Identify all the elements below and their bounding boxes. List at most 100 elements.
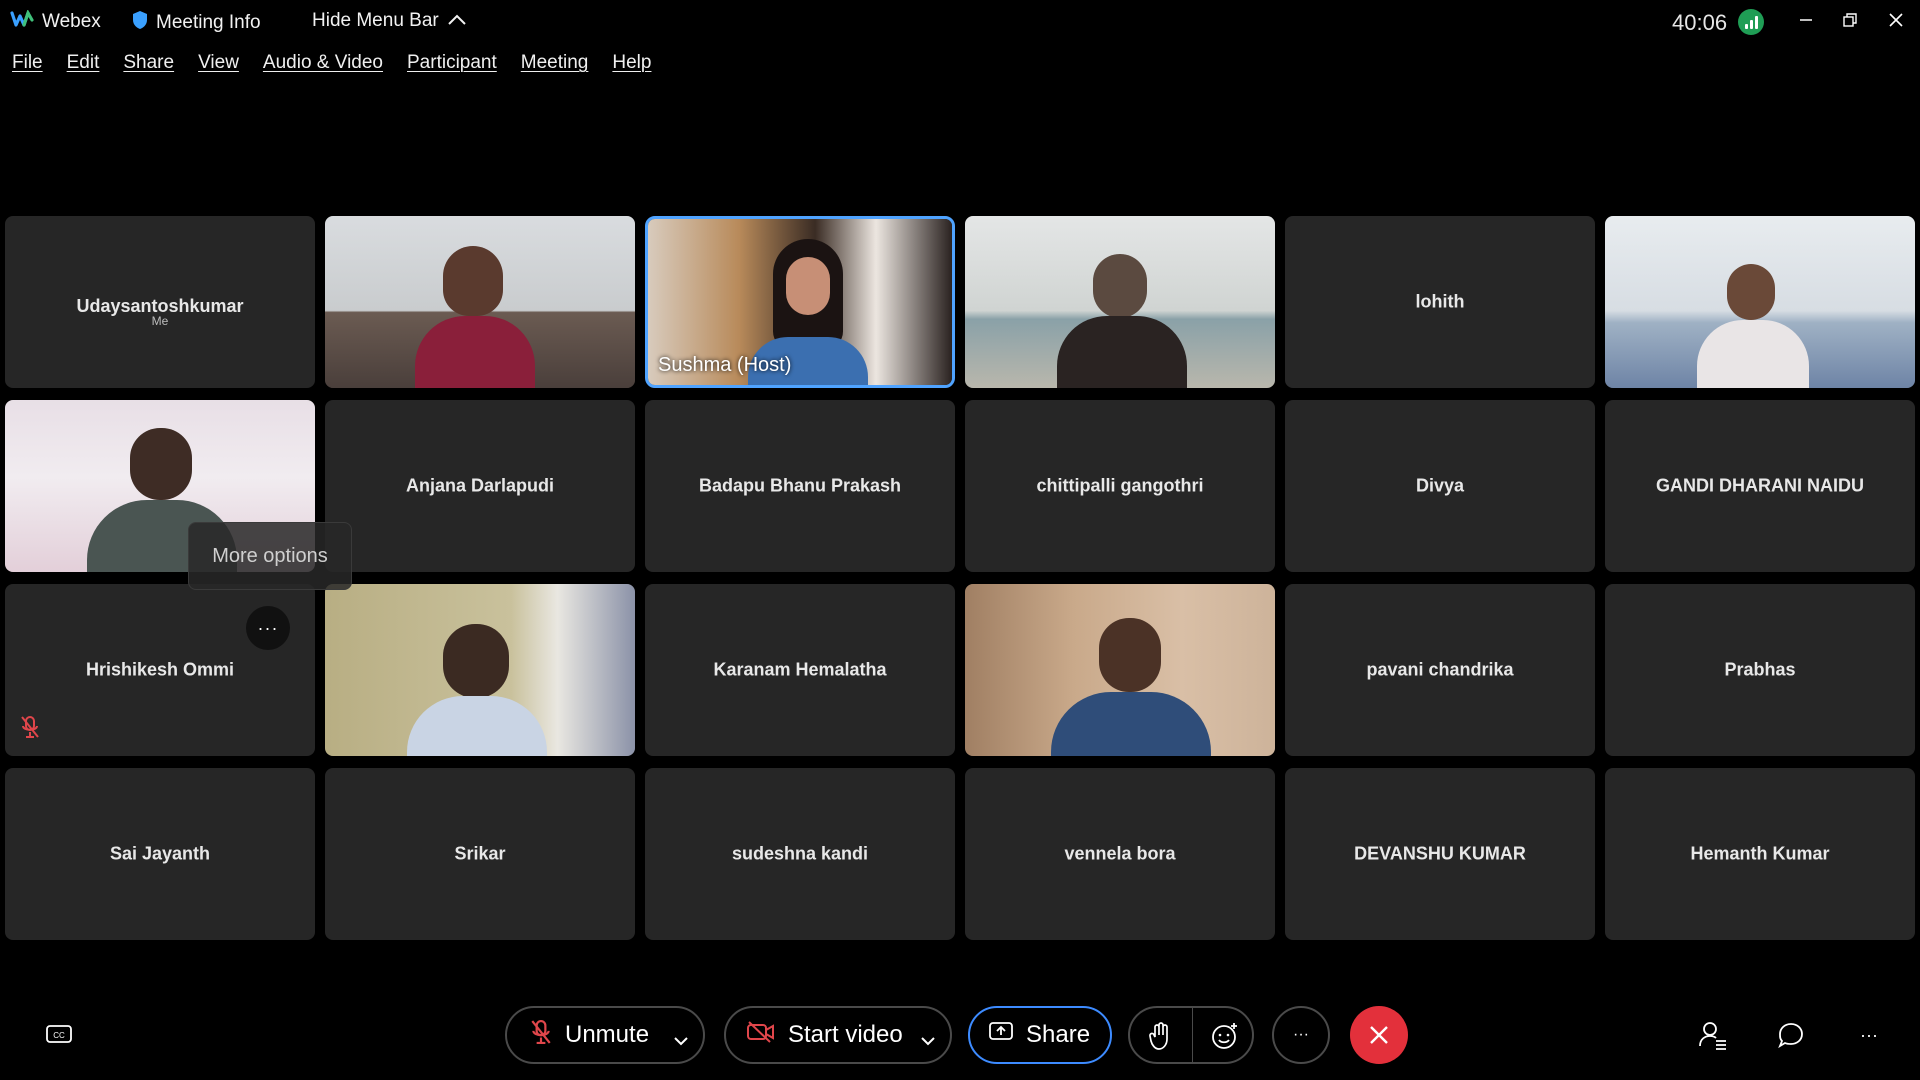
- participant-tile[interactable]: Srikar: [325, 768, 635, 940]
- share-screen-icon: [988, 1021, 1014, 1050]
- start-video-label: Start video: [788, 1021, 903, 1048]
- participant-tile[interactable]: Sai Jayanth: [5, 768, 315, 940]
- participants-panel-icon[interactable]: [1696, 1018, 1730, 1052]
- meeting-info-label: Meeting Info: [156, 12, 261, 33]
- chevron-up-icon: [447, 10, 467, 32]
- person-body: [407, 696, 547, 756]
- menu-file[interactable]: File: [12, 52, 43, 82]
- participant-video-tile[interactable]: [965, 584, 1275, 756]
- host-name-label: Sushma (Host): [658, 354, 792, 376]
- participant-tile[interactable]: Udaysantoshkumar Me: [5, 216, 315, 388]
- participant-video-tile[interactable]: [325, 584, 635, 756]
- more-controls-button[interactable]: ···: [1272, 1006, 1330, 1064]
- restore-icon[interactable]: [1836, 8, 1864, 32]
- unmute-button[interactable]: Unmute: [505, 1006, 705, 1064]
- participant-tile[interactable]: Hemanth Kumar: [1605, 768, 1915, 940]
- participant-tile[interactable]: Hrishikesh Ommi ···: [5, 584, 315, 756]
- video-feed: [325, 216, 635, 388]
- participant-name: Hrishikesh Ommi: [85, 659, 235, 680]
- person-body: [1697, 320, 1809, 388]
- participant-name: Sai Jayanth: [109, 843, 211, 864]
- participant-video-tile[interactable]: [965, 216, 1275, 388]
- participant-name: DEVANSHU KUMAR: [1354, 843, 1526, 864]
- svg-text:CC: CC: [53, 1031, 65, 1040]
- meeting-info-button[interactable]: Meeting Info: [132, 10, 261, 36]
- participant-name: Karanam Hemalatha: [713, 659, 887, 680]
- participant-name: Badapu Bhanu Prakash: [698, 475, 902, 496]
- menu-help[interactable]: Help: [612, 52, 651, 82]
- person-face: [786, 257, 830, 315]
- person-head: [1093, 254, 1147, 318]
- start-video-button[interactable]: Start video: [724, 1006, 952, 1064]
- app-title: Webex: [10, 9, 101, 34]
- participant-tile[interactable]: Anjana Darlapudi: [325, 400, 635, 572]
- participant-me-label: Me: [151, 314, 169, 328]
- close-icon[interactable]: [1882, 8, 1910, 32]
- hide-menu-label: Hide Menu Bar: [312, 10, 439, 31]
- chevron-down-icon[interactable]: [673, 1026, 689, 1054]
- participant-tile[interactable]: Divya: [1285, 400, 1595, 572]
- menu-audio-video[interactable]: Audio & Video: [263, 52, 383, 82]
- participant-tile[interactable]: sudeshna kandi: [645, 768, 955, 940]
- share-label: Share: [1026, 1021, 1091, 1048]
- chevron-down-icon[interactable]: [920, 1026, 936, 1054]
- participant-tile[interactable]: chittipalli gangothri: [965, 400, 1275, 572]
- chat-icon[interactable]: [1774, 1018, 1808, 1052]
- minimize-icon[interactable]: [1792, 8, 1820, 32]
- hide-menu-bar-button[interactable]: Hide Menu Bar: [312, 10, 467, 32]
- unmute-label: Unmute: [565, 1021, 650, 1048]
- microphone-muted-icon: [529, 1018, 553, 1053]
- video-feed: [1605, 216, 1915, 388]
- network-signal-icon[interactable]: [1738, 9, 1764, 35]
- participant-tile[interactable]: vennela bora: [965, 768, 1275, 940]
- more-options-button[interactable]: ···: [246, 606, 290, 650]
- participant-tile[interactable]: DEVANSHU KUMAR: [1285, 768, 1595, 940]
- video-feed: [325, 584, 635, 756]
- participant-tile[interactable]: Prabhas: [1605, 584, 1915, 756]
- participant-video-tile[interactable]: [325, 216, 635, 388]
- person-head: [443, 246, 503, 316]
- more-options-tooltip: More options: [188, 522, 352, 590]
- menu-participant[interactable]: Participant: [407, 52, 497, 82]
- participant-tile[interactable]: Badapu Bhanu Prakash: [645, 400, 955, 572]
- participant-name: pavani chandrika: [1366, 659, 1514, 680]
- webex-logo-icon: [10, 9, 34, 34]
- participant-name: vennela bora: [1064, 843, 1176, 864]
- title-bar: Webex Meeting Info Hide Menu Bar 40:06: [0, 0, 1920, 44]
- participant-name: Divya: [1415, 475, 1465, 496]
- shield-icon: [132, 10, 148, 36]
- participant-name: Hemanth Kumar: [1690, 843, 1830, 864]
- raise-hand-icon[interactable]: [1148, 1021, 1174, 1058]
- participant-name: Prabhas: [1724, 659, 1796, 680]
- menu-share[interactable]: Share: [123, 52, 174, 82]
- close-icon: [1370, 1026, 1388, 1044]
- more-panel-button[interactable]: ···: [1852, 1018, 1886, 1052]
- menu-edit[interactable]: Edit: [67, 52, 100, 82]
- person-body: [1051, 692, 1211, 756]
- video-feed: [965, 584, 1275, 756]
- video-off-icon: [746, 1020, 776, 1051]
- participant-name: Srikar: [454, 843, 506, 864]
- participant-name: lohith: [1415, 291, 1465, 312]
- reactions-group: [1128, 1006, 1254, 1064]
- divider: [1192, 1008, 1193, 1062]
- emoji-reaction-icon[interactable]: [1210, 1021, 1240, 1058]
- microphone-muted-icon: [19, 715, 41, 744]
- closed-captions-icon[interactable]: CC: [42, 1018, 76, 1052]
- app-name: Webex: [42, 11, 101, 32]
- menu-bar: File Edit Share View Audio & Video Parti…: [0, 52, 663, 82]
- participant-tile[interactable]: Karanam Hemalatha: [645, 584, 955, 756]
- share-button[interactable]: Share: [968, 1006, 1112, 1064]
- menu-meeting[interactable]: Meeting: [521, 52, 589, 82]
- video-feed: [965, 216, 1275, 388]
- participant-video-tile[interactable]: [1605, 216, 1915, 388]
- end-call-button[interactable]: [1350, 1006, 1408, 1064]
- participant-tile[interactable]: GANDI DHARANI NAIDU: [1605, 400, 1915, 572]
- participant-tile[interactable]: pavani chandrika: [1285, 584, 1595, 756]
- participant-tile[interactable]: lohith: [1285, 216, 1595, 388]
- person-head: [1099, 618, 1161, 692]
- participant-name: sudeshna kandi: [731, 843, 869, 864]
- person-body: [415, 316, 535, 388]
- participant-video-tile-host[interactable]: Sushma (Host): [645, 216, 955, 388]
- menu-view[interactable]: View: [198, 52, 239, 82]
